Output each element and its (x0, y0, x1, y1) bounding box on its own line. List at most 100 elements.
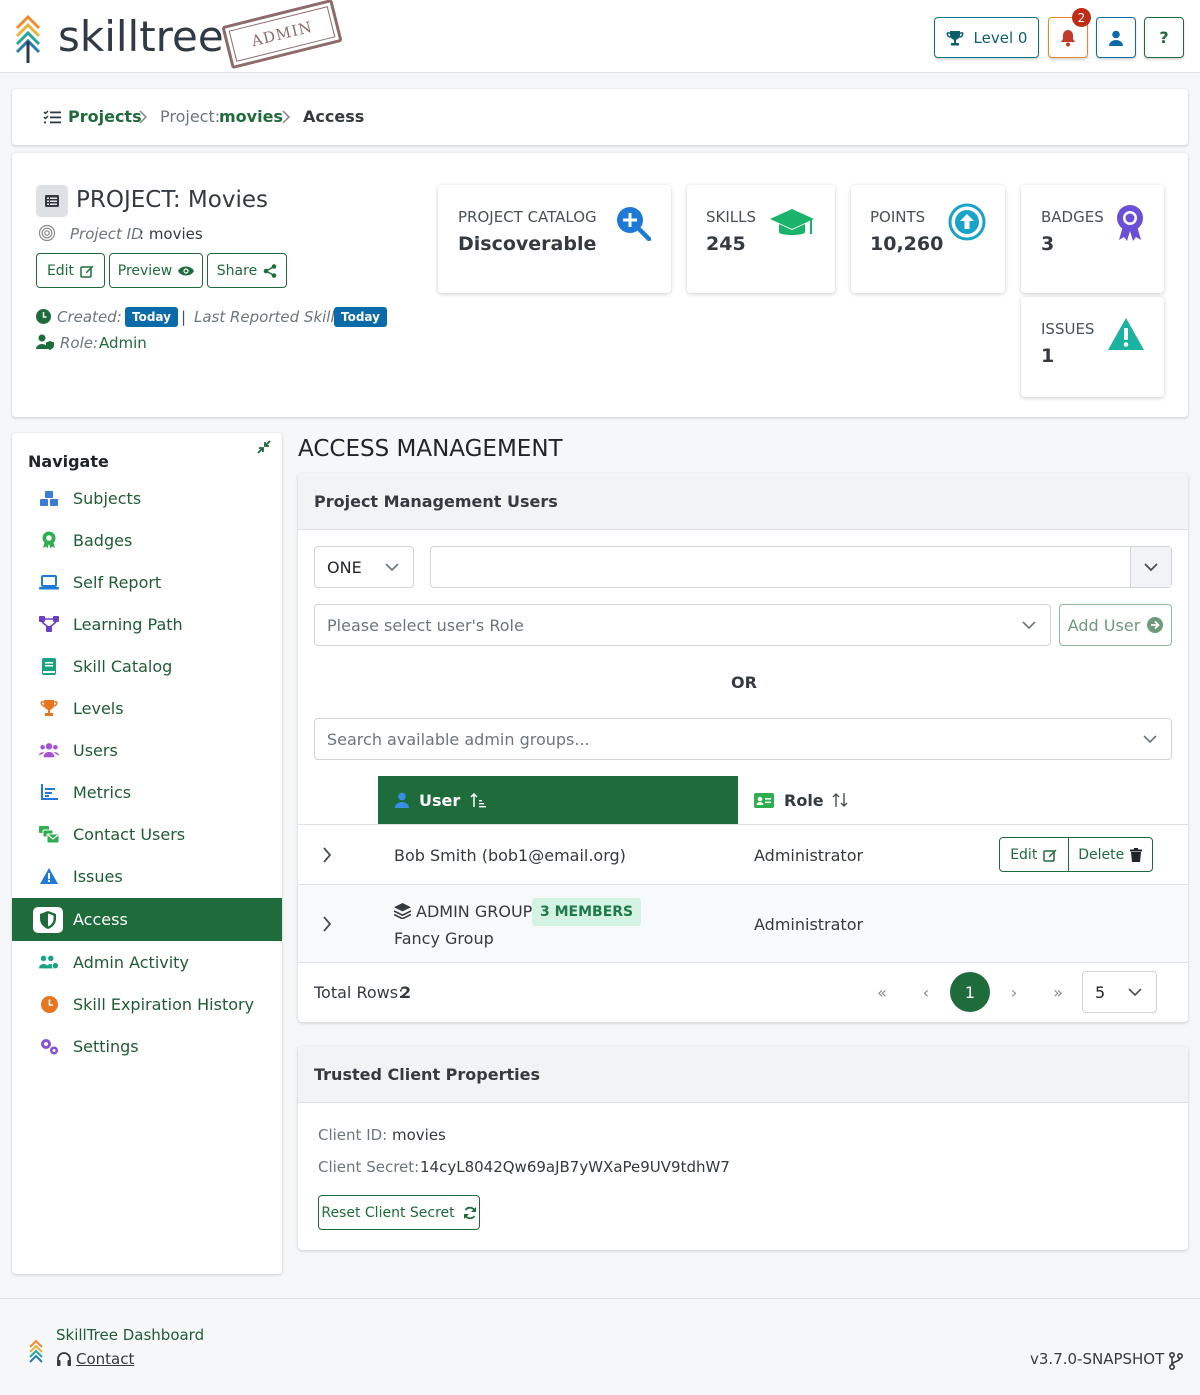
created-label: Created: (57, 308, 122, 326)
page-size-value: 5 (1095, 982, 1106, 1002)
breadcrumb-current: Access (303, 107, 365, 126)
sidebar-item-subjects[interactable]: Subjects (12, 477, 282, 519)
level-label: Level 0 (973, 28, 1028, 47)
share-icon (263, 263, 277, 278)
client-id-value: movies (392, 1126, 446, 1144)
award-icon (1115, 204, 1145, 242)
role-cell: Administrator (754, 846, 864, 865)
members-badge: 3 MEMBERS (532, 898, 642, 926)
page-size-select[interactable]: 5 (1082, 971, 1157, 1013)
skilltree-logo-icon (29, 1340, 43, 1366)
preview-project-button[interactable]: Preview (109, 253, 203, 288)
sidebar-item-label: Contact Users (73, 824, 186, 844)
or-divider: OR (731, 673, 757, 692)
reset-client-secret-button[interactable]: Reset Client Secret (318, 1195, 480, 1230)
expand-row-icon[interactable] (322, 916, 332, 932)
sidebar-item-self-report[interactable]: Self Report (12, 561, 282, 603)
sidebar-item-contact-users[interactable]: Contact Users (12, 813, 282, 855)
sidebar-item-users[interactable]: Users (12, 729, 282, 771)
footer-version: v3.7.0-SNAPSHOT (1030, 1350, 1165, 1368)
chart-icon (39, 784, 59, 800)
reset-label: Reset Client Secret (321, 1204, 455, 1221)
sidebar-item-badges[interactable]: Badges (12, 519, 282, 561)
sidebar-item-skill-expiration-history[interactable]: Skill Expiration History (12, 983, 282, 1025)
share-label: Share (216, 262, 258, 279)
column-header-user[interactable]: User (378, 776, 738, 824)
sidebar-item-settings[interactable]: Settings (12, 1025, 282, 1067)
last-page-button[interactable]: » (1038, 972, 1078, 1012)
role-value: Admin (99, 334, 147, 352)
admin-group-search[interactable]: Search available admin groups... (314, 718, 1172, 760)
user-type-select[interactable]: ONE (314, 546, 414, 588)
chevron-down-icon (1143, 735, 1157, 743)
project-title: PROJECT: Movies (76, 187, 268, 213)
project-id-label: Project ID (70, 225, 143, 243)
laptop-icon (39, 574, 59, 590)
arrow-up-circle-icon (948, 203, 986, 241)
role-select-placeholder: Please select user's Role (327, 615, 524, 635)
role-select[interactable]: Please select user's Role (314, 604, 1051, 646)
role-cell: Administrator (754, 915, 864, 934)
stat-card-catalog: PROJECT CATALOG Discoverable (438, 185, 671, 293)
warning-triangle-icon (39, 868, 59, 884)
sidebar-item-access[interactable]: Access (12, 898, 282, 941)
delete-label: Delete (1078, 846, 1125, 863)
stat-card-points: POINTS 10,260 (851, 185, 1005, 293)
stat-label: BADGES (1041, 208, 1104, 226)
admin-group-placeholder: Search available admin groups... (327, 729, 590, 749)
last-reported-label: Last Reported Skill: (194, 308, 340, 326)
column-header-role[interactable]: Role (738, 776, 1172, 824)
breadcrumb-projects-link[interactable]: Projects (68, 107, 142, 126)
page-1-button[interactable]: 1 (950, 972, 990, 1012)
help-button[interactable]: ? (1144, 17, 1184, 58)
user-search-dropdown-toggle[interactable] (1130, 547, 1171, 587)
stat-value: Discoverable (458, 233, 597, 255)
prev-page-button[interactable]: ‹ (906, 972, 946, 1012)
warning-triangle-icon (1107, 317, 1145, 351)
user-menu-button[interactable] (1096, 17, 1136, 58)
top-header: skilltree ADMIN Level 0 2 ? (0, 0, 1200, 73)
user-shield-icon (36, 334, 55, 350)
sidebar-item-label: Admin Activity (73, 952, 189, 972)
stat-value: 1 (1041, 345, 1055, 367)
delete-user-button[interactable]: Delete (1069, 838, 1152, 871)
sidebar-item-metrics[interactable]: Metrics (12, 771, 282, 813)
chevron-down-icon (1022, 621, 1036, 629)
stat-card-issues[interactable]: ISSUES 1 (1021, 297, 1164, 397)
sort-ascending-icon (470, 792, 487, 808)
footer-contact-link[interactable]: Contact (76, 1350, 134, 1368)
edit-project-button[interactable]: Edit (36, 253, 105, 288)
sidebar-item-admin-activity[interactable]: Admin Activity (12, 941, 282, 983)
sidebar-item-label: Users (73, 740, 118, 760)
share-project-button[interactable]: Share (207, 253, 287, 288)
breadcrumb-project-link[interactable]: movies (219, 107, 283, 126)
sidebar-item-learning-path[interactable]: Learning Path (12, 603, 282, 645)
expand-row-icon[interactable] (322, 847, 332, 863)
sidebar-item-issues[interactable]: Issues (12, 855, 282, 897)
sidebar-item-label: Access (73, 910, 128, 929)
mail-bulk-icon (39, 825, 59, 843)
level-button[interactable]: Level 0 (934, 17, 1039, 58)
stat-label: PROJECT CATALOG (458, 208, 597, 226)
first-page-button[interactable]: « (862, 972, 902, 1012)
sidebar-item-label: Badges (73, 530, 133, 550)
chevron-right-icon (139, 110, 148, 124)
admin-stamp: ADMIN (221, 0, 343, 70)
collapse-icon[interactable] (257, 440, 271, 454)
role-label: Role: (60, 334, 99, 352)
page-title: ACCESS MANAGEMENT (298, 436, 563, 462)
shield-icon (33, 906, 63, 933)
edit-user-button[interactable]: Edit (1000, 838, 1069, 871)
row-actions: Edit Delete (999, 837, 1153, 872)
graduation-cap-icon (769, 207, 815, 241)
sidebar-item-skill-catalog[interactable]: Skill Catalog (12, 645, 282, 687)
user-search-input[interactable] (430, 546, 1172, 588)
add-user-button[interactable]: Add User (1059, 604, 1172, 646)
logo-text[interactable]: skilltree (58, 12, 224, 62)
clock-icon (36, 309, 51, 324)
panel-header: Trusted Client Properties (298, 1046, 1188, 1103)
help-label: ? (1159, 28, 1169, 47)
sidebar-item-levels[interactable]: Levels (12, 687, 282, 729)
skilltree-logo-icon[interactable] (14, 14, 42, 64)
next-page-button[interactable]: › (994, 972, 1034, 1012)
